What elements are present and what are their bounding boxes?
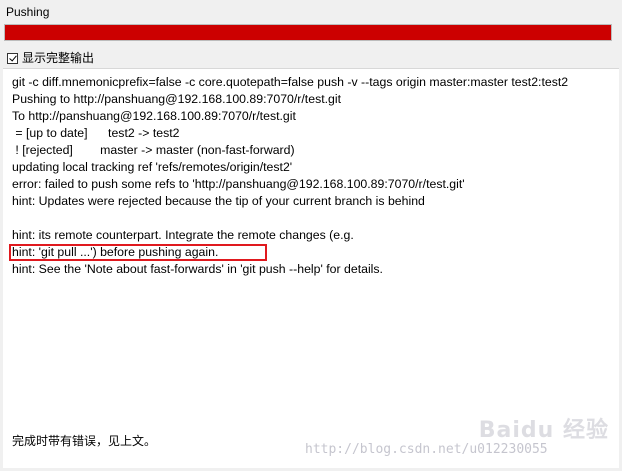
- blog-url-watermark: http://blog.csdn.net/u012230055: [305, 442, 548, 457]
- log-line: updating local tracking ref 'refs/remote…: [12, 160, 293, 174]
- show-full-output-checkbox[interactable]: [7, 52, 18, 64]
- output-log-panel[interactable]: git -c diff.mnemonicprefix=false -c core…: [3, 68, 619, 468]
- progress-bar-fill: [5, 25, 611, 40]
- log-line: hint: its remote counterpart. Integrate …: [12, 228, 354, 242]
- window-title-bar: Pushing: [0, 0, 622, 24]
- highlight-annotation-box: [9, 244, 267, 261]
- progress-bar: [4, 24, 612, 41]
- log-line: Pushing to http://panshuang@192.168.100.…: [12, 92, 342, 106]
- log-line: error: failed to push some refs to 'http…: [12, 177, 465, 191]
- log-line: To http://panshuang@192.168.100.89:7070/…: [12, 109, 296, 123]
- log-line: ! [rejected] master -> master (non-fast-…: [12, 143, 295, 157]
- log-line: hint: Updates were rejected because the …: [12, 194, 425, 208]
- window-title: Pushing: [6, 5, 50, 19]
- log-line: git -c diff.mnemonicprefix=false -c core…: [12, 75, 569, 89]
- log-line: = [up to date] test2 -> test2: [12, 126, 180, 140]
- show-full-output-label[interactable]: 显示完整输出: [22, 50, 94, 66]
- show-full-output-option[interactable]: 显示完整输出: [7, 50, 94, 66]
- baidu-jingyan-watermark-logo: Baidu 经验: [478, 418, 609, 443]
- log-line: hint: See the 'Note about fast-forwards'…: [12, 262, 383, 276]
- completion-status-text: 完成时带有错误，见上文。: [12, 434, 157, 448]
